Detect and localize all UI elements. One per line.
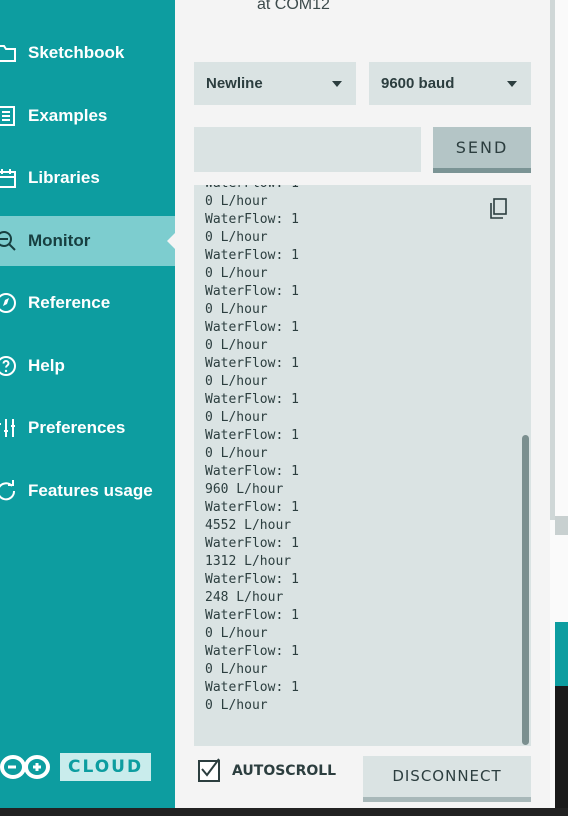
sidebar-item-label: Reference — [28, 293, 111, 312]
sidebar-item-preferences[interactable]: Preferences — [0, 403, 175, 453]
library-icon — [0, 166, 18, 190]
serial-output[interactable]: WaterFlow: 10 L/hourWaterFlow: 10 L/hour… — [194, 185, 531, 746]
port-label: at COM12 — [257, 0, 330, 13]
output-line: 0 L/hour — [205, 662, 268, 677]
output-scrollbar[interactable] — [522, 435, 529, 745]
compass-icon — [0, 291, 18, 315]
output-line: WaterFlow: 1 — [205, 320, 299, 335]
output-line: 4552 L/hour — [205, 518, 292, 533]
output-line: 0 L/hour — [205, 338, 268, 353]
sidebar-item-examples[interactable]: Examples — [0, 91, 175, 141]
output-line: WaterFlow: 1 — [205, 464, 299, 479]
serial-monitor-panel: at COM12 Newline 9600 baud SEND WaterFlo… — [175, 0, 550, 808]
sidebar-item-sketchbook[interactable]: Sketchbook — [0, 28, 175, 78]
output-line: WaterFlow: 1 — [205, 536, 299, 551]
background-window-edge — [555, 622, 568, 686]
disconnect-button[interactable]: DISCONNECT — [363, 756, 531, 802]
output-line: WaterFlow: 1 — [205, 248, 299, 263]
sidebar-item-label: Sketchbook — [28, 43, 125, 62]
output-line: WaterFlow: 1 — [205, 680, 299, 695]
sidebar: Sketchbook Examples Libraries Monitor Re… — [0, 0, 175, 808]
sliders-icon — [0, 416, 18, 440]
chevron-down-icon — [332, 81, 342, 87]
sidebar-item-libraries[interactable]: Libraries — [0, 153, 175, 203]
output-line: 0 L/hour — [205, 374, 268, 389]
output-line: WaterFlow: 1 — [205, 212, 299, 227]
output-line: WaterFlow: 1 — [205, 392, 299, 407]
output-line: WaterFlow: 1 — [205, 284, 299, 299]
sidebar-item-label: Preferences — [28, 418, 126, 437]
output-line: WaterFlow: 1 — [205, 500, 299, 515]
output-lines: WaterFlow: 10 L/hourWaterFlow: 10 L/hour… — [205, 185, 299, 715]
send-button[interactable]: SEND — [433, 127, 531, 173]
output-line: 0 L/hour — [205, 410, 268, 425]
sidebar-item-label: Monitor — [28, 231, 91, 250]
document-list-icon — [0, 104, 18, 128]
sidebar-item-reference[interactable]: Reference — [0, 278, 175, 328]
output-line: 0 L/hour — [205, 194, 268, 209]
background-window-edge — [555, 686, 568, 808]
sidebar-item-monitor[interactable]: Monitor — [0, 216, 175, 266]
sidebar-item-features-usage[interactable]: Features usage — [0, 466, 175, 516]
line-ending-value: Newline — [206, 75, 263, 92]
arduino-infinity-icon — [0, 755, 50, 779]
autoscroll-toggle[interactable]: AUTOSCROLL — [198, 758, 337, 782]
taskbar-edge — [0, 808, 568, 816]
background-window-edge — [550, 0, 555, 520]
output-line: WaterFlow: 1 — [205, 572, 299, 587]
sidebar-item-label: Help — [28, 356, 65, 375]
sidebar-item-label: Features usage — [28, 481, 153, 500]
autoscroll-label: AUTOSCROLL — [232, 763, 337, 779]
checkmark-icon — [201, 758, 220, 777]
sidebar-item-label: Libraries — [28, 168, 100, 187]
chevron-down-icon — [507, 81, 517, 87]
output-line: WaterFlow: 1 — [205, 608, 299, 623]
output-line: 0 L/hour — [205, 302, 268, 317]
output-line: 0 L/hour — [205, 266, 268, 281]
folder-icon — [0, 41, 18, 65]
output-line: 1312 L/hour — [205, 554, 292, 569]
output-line: 960 L/hour — [205, 482, 284, 497]
baud-rate-select[interactable]: 9600 baud — [369, 62, 531, 105]
refresh-circle-icon — [0, 479, 18, 503]
output-line: 0 L/hour — [205, 230, 268, 245]
background-window-edge — [555, 516, 568, 535]
output-line: WaterFlow: 1 — [205, 428, 299, 443]
cloud-badge: CLOUD — [60, 753, 152, 781]
output-line: 0 L/hour — [205, 446, 268, 461]
baud-rate-value: 9600 baud — [381, 75, 455, 92]
output-line: 0 L/hour — [205, 626, 268, 641]
output-line: WaterFlow: 1 — [205, 185, 299, 193]
output-line: WaterFlow: 1 — [205, 644, 299, 659]
autoscroll-checkbox[interactable] — [198, 758, 220, 782]
sidebar-item-help[interactable]: Help — [0, 341, 175, 391]
copy-icon[interactable] — [487, 197, 509, 221]
arduino-cloud-logo: CLOUD — [0, 752, 152, 782]
sidebar-item-label: Examples — [28, 106, 108, 125]
line-ending-select[interactable]: Newline — [194, 62, 356, 105]
output-line: 0 L/hour — [205, 698, 268, 713]
help-circle-icon — [0, 354, 18, 378]
output-line: 248 L/hour — [205, 590, 284, 605]
monitor-magnifier-icon — [0, 229, 18, 253]
active-indicator — [167, 233, 175, 249]
message-input[interactable] — [194, 127, 421, 172]
output-line: WaterFlow: 1 — [205, 356, 299, 371]
